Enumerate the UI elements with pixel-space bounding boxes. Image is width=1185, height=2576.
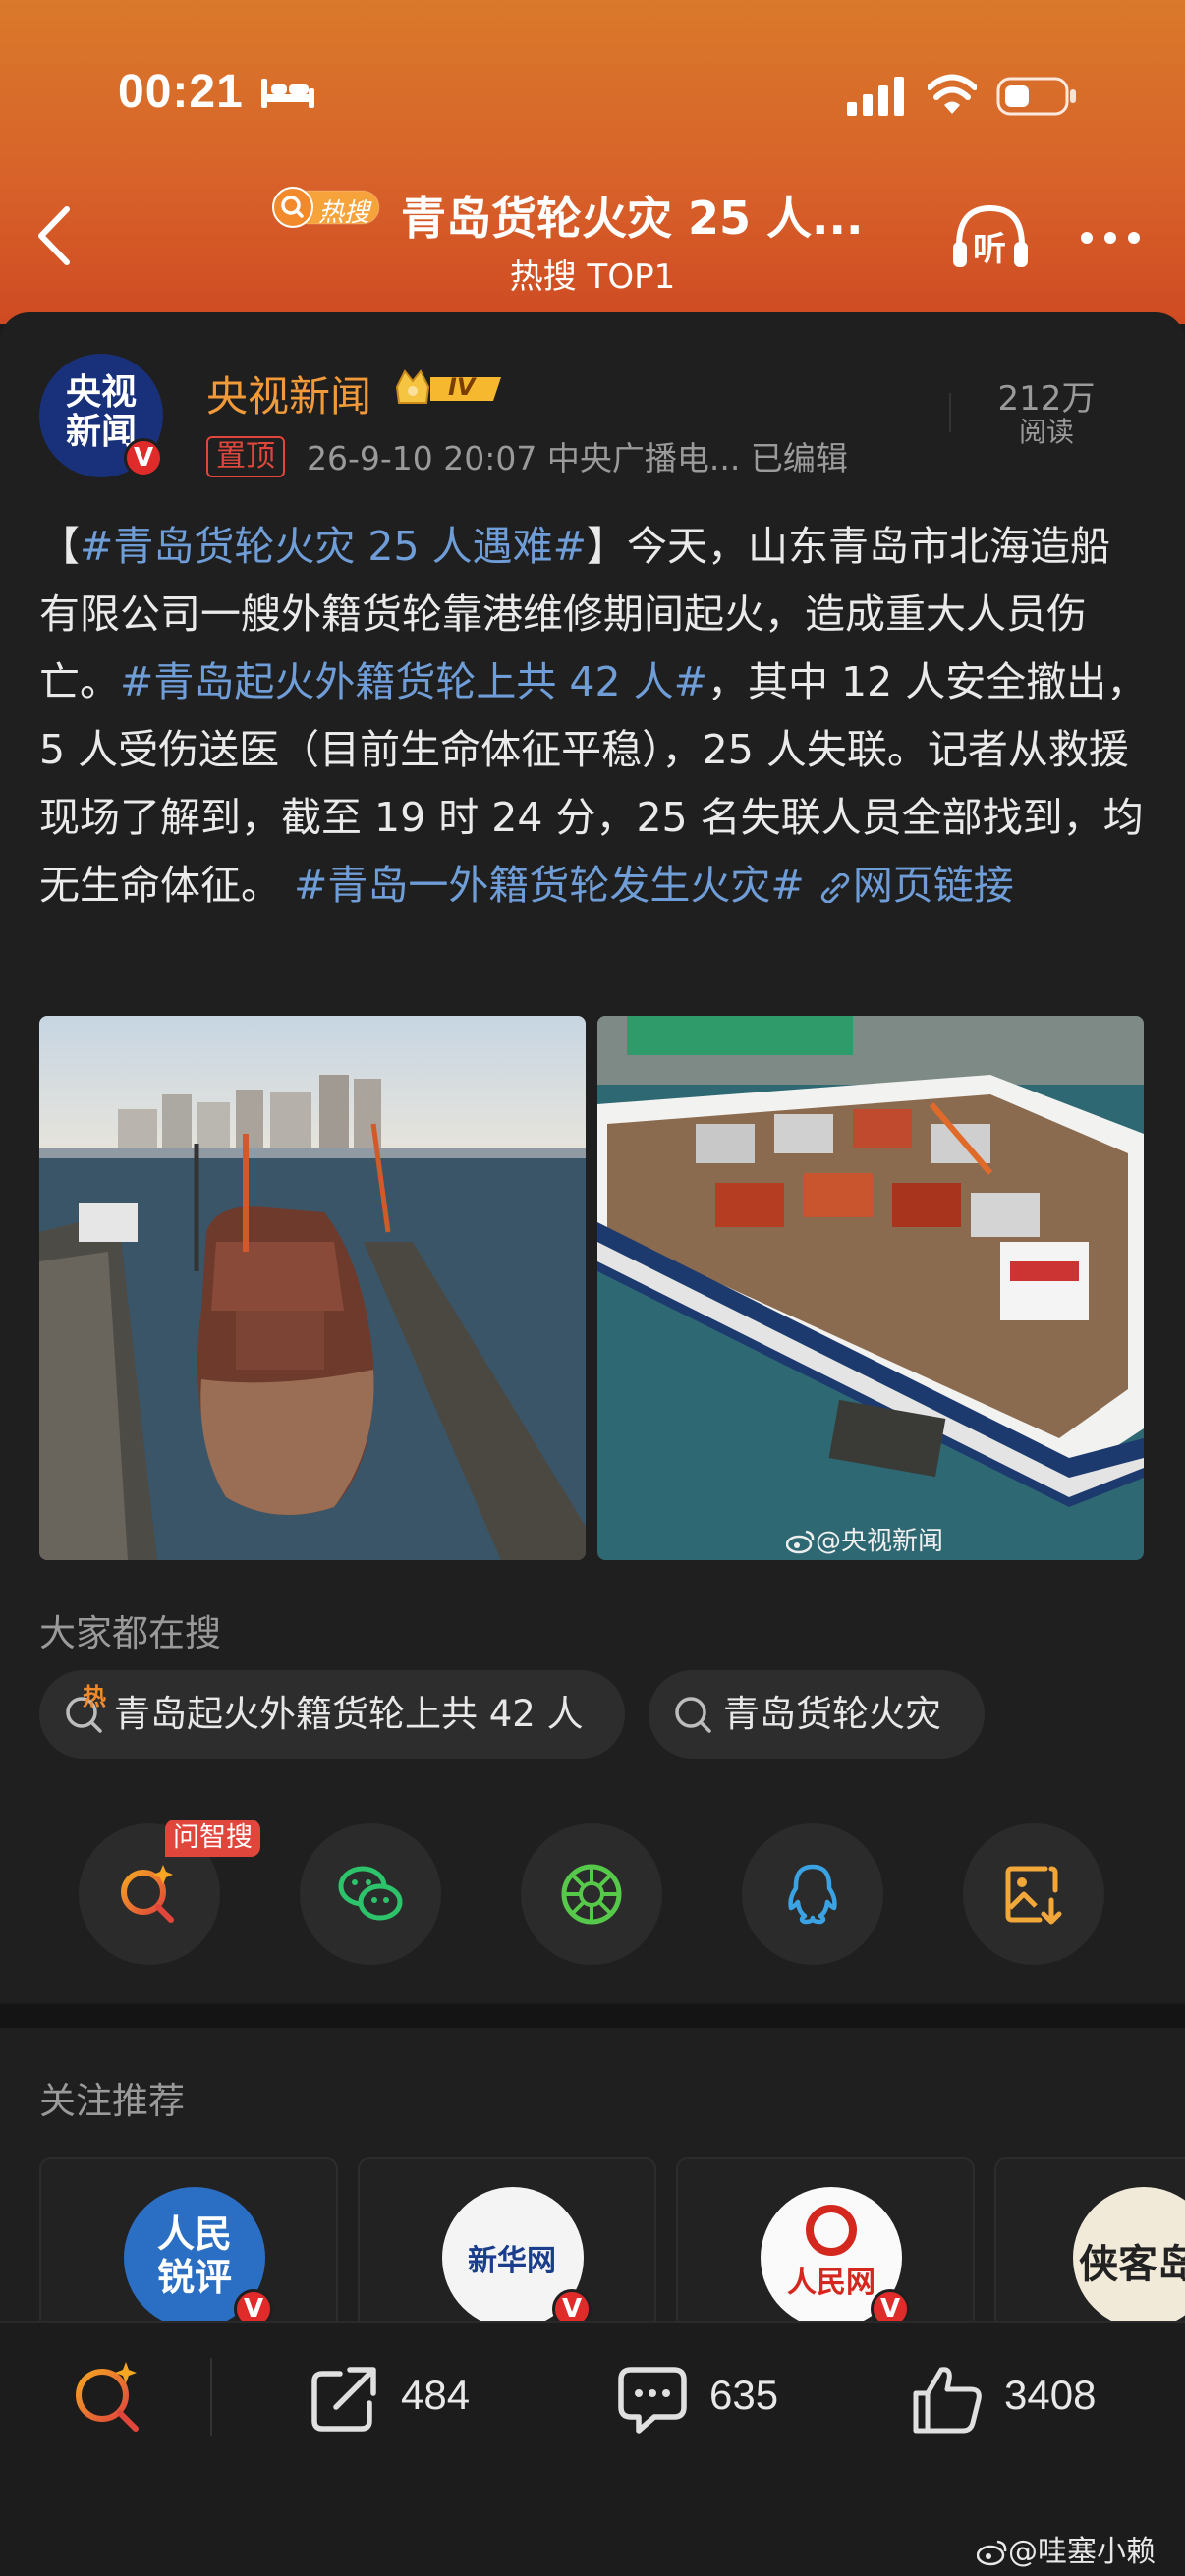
weibo-icon	[785, 1530, 815, 1554]
wechat-share-button[interactable]	[300, 1823, 441, 1965]
moments-share-button[interactable]	[521, 1823, 662, 1965]
divider	[210, 2358, 212, 2436]
section-divider	[0, 2004, 1185, 2028]
pill-text: 青岛起火外籍货轮上共 42 人	[114, 1693, 584, 1735]
qq-share-button[interactable]	[742, 1823, 883, 1965]
post-image-1[interactable]	[39, 1016, 586, 1560]
like-count: 3408	[1004, 2372, 1097, 2418]
qq-icon	[788, 1864, 837, 1925]
repost-count: 484	[401, 2372, 471, 2418]
credit-text: @哇塞小赖	[1008, 2535, 1156, 2569]
ai-search-tag: 问智搜	[165, 1820, 260, 1857]
verified-icon: V	[124, 438, 163, 477]
search-section-label: 大家都在搜	[39, 1612, 221, 1654]
moments-icon	[561, 1864, 622, 1925]
web-link[interactable]: 网页链接	[818, 862, 1014, 909]
avatar-logo-text: 新华网	[468, 2244, 556, 2278]
image-watermark: @央视新闻	[785, 1521, 944, 1557]
avatar-logo-text: 侠客岛	[1079, 2242, 1185, 2287]
level-text: IV	[448, 373, 476, 401]
status-time: 00:21	[118, 66, 244, 118]
screenshot-credit: @哇塞小赖	[976, 2527, 1156, 2570]
listen-button[interactable]: 听	[951, 200, 1030, 277]
page-title: 青岛货轮火灾 25 人...	[401, 192, 864, 245]
pill-text: 青岛货轮火灾	[723, 1693, 941, 1735]
top-header: 00:21 热搜 青岛货轮火灾 25 人... 热搜 TOP1 听	[0, 0, 1185, 324]
hashtag-link[interactable]: #青岛货轮火灾 25 人遇难#	[80, 523, 587, 570]
hot-badge-label: 热搜	[318, 198, 370, 228]
divider	[949, 393, 951, 432]
search-suggestion-pill[interactable]: 热 青岛起火外籍货轮上共 42 人	[39, 1670, 625, 1759]
ai-search-icon[interactable]	[69, 2358, 147, 2436]
search-suggestion-pill[interactable]: 青岛货轮火灾	[649, 1670, 985, 1759]
repost-icon	[311, 2367, 376, 2432]
avatar-logo-text: 人民锐评	[156, 2212, 232, 2299]
recommend-avatar: 侠客岛	[1073, 2187, 1185, 2328]
avatar-logo-text: 人民网	[787, 2266, 875, 2300]
wifi-icon	[928, 74, 977, 114]
post-image-2[interactable]	[597, 1016, 1144, 1560]
views-label: 阅读	[1018, 416, 1074, 448]
hot-search-badge: 热搜	[271, 185, 383, 230]
cell-signal-icon	[847, 77, 904, 116]
watermark-text: @央视新闻	[816, 1527, 944, 1556]
bracket-open: 【	[39, 523, 80, 570]
battery-icon	[996, 77, 1076, 116]
save-image-icon	[1005, 1866, 1062, 1925]
search-icon	[675, 1697, 711, 1733]
comment-count: 635	[709, 2372, 779, 2418]
thumbs-up-icon	[913, 2367, 982, 2434]
wechat-icon	[338, 1866, 403, 1921]
save-image-button[interactable]	[963, 1823, 1104, 1965]
pinned-badge: 置顶	[206, 436, 285, 477]
weibo-icon	[976, 2540, 1007, 2566]
link-icon	[820, 872, 850, 904]
level-badge-icon: IV	[391, 365, 507, 413]
author-name[interactable]: 央视新闻	[206, 364, 371, 423]
recommend-label: 关注推荐	[39, 2080, 185, 2122]
post-body: 【#青岛货轮火灾 25 人遇难#】今天，山东青岛市北海造船有限公司一艘外籍货轮靠…	[39, 513, 1150, 920]
hashtag-link[interactable]: #青岛一外籍货轮发生火灾#	[294, 862, 805, 909]
headphone-icon: 听	[973, 230, 1006, 269]
sleep-mode-icon	[261, 79, 314, 108]
author-avatar[interactable]: 央视新闻 V	[39, 354, 163, 477]
web-link-label: 网页链接	[852, 862, 1014, 909]
more-dots-icon[interactable]	[1077, 228, 1144, 248]
comment-icon	[618, 2367, 687, 2434]
ai-search-icon	[121, 1865, 174, 1923]
hashtag-link[interactable]: #青岛起火外籍货轮上共 42 人#	[120, 658, 707, 705]
post-meta: 26-9-10 20:07 中央广播电... 已编辑	[307, 439, 848, 477]
hot-marker: 热	[83, 1683, 106, 1710]
